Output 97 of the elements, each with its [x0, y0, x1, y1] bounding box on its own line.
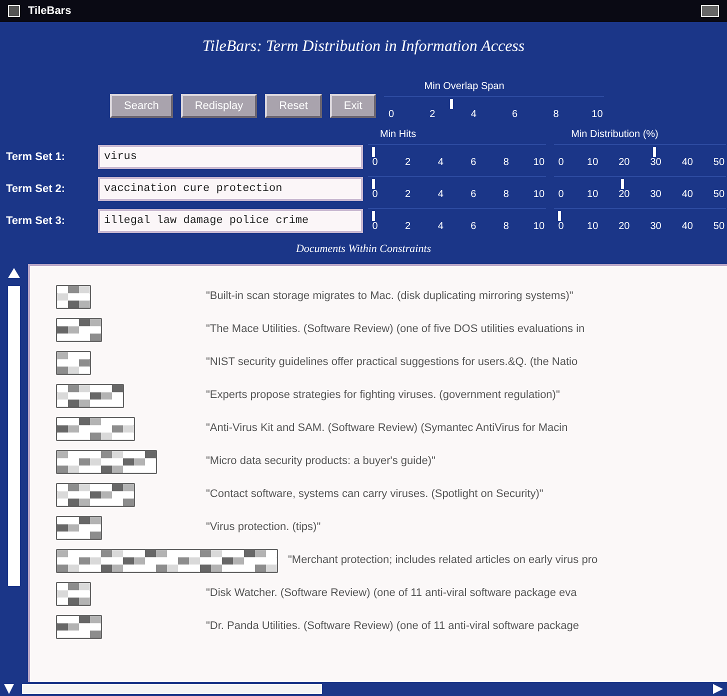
term-input-field[interactable]: virus	[98, 145, 363, 169]
slider-label: Min Overlap Span	[423, 80, 506, 94]
document-title[interactable]: "Anti-Virus Kit and SAM. (Software Review) (Symantec AntiVirus for Macin	[206, 420, 568, 437]
slider-thumb[interactable]	[372, 211, 375, 221]
slider-thumb[interactable]	[621, 179, 624, 189]
field-label: Term Set 2:	[5, 182, 66, 197]
slider-track[interactable]: 0 10 20 30 40 50	[554, 176, 726, 202]
tick-label: 8	[502, 220, 510, 234]
tick-label: 50	[712, 156, 726, 170]
document-title[interactable]: "Micro data security products: a buyer's guide)"	[206, 453, 436, 470]
tick-label: 6	[470, 156, 478, 170]
slider-label: Min Distribution (%)	[571, 128, 658, 142]
slider-thumb[interactable]	[372, 147, 375, 157]
tick-label: 0	[371, 156, 379, 170]
slider-label: Min Hits	[380, 128, 416, 142]
tick-label: 30	[649, 156, 662, 170]
slider-thumb[interactable]	[450, 99, 454, 109]
slider-thumb[interactable]	[558, 211, 561, 221]
slider-track[interactable]: 0 2 4 6 8 10	[368, 208, 546, 234]
tick-label: 50	[712, 188, 726, 202]
field-label: Term Set 3:	[5, 214, 66, 229]
field-label: Term Set 1:	[5, 150, 66, 165]
tick-label: 4	[436, 156, 444, 170]
scrollbar-thumb[interactable]	[8, 286, 20, 586]
scroll-down-icon[interactable]	[4, 684, 14, 694]
app-heading: TileBars: Term Distribution in Information Access	[202, 37, 525, 57]
tick-label: 10	[586, 188, 600, 202]
tilebar-drawing[interactable]	[56, 318, 102, 342]
tilebar-drawing[interactable]	[56, 582, 91, 606]
tick-label: 4	[436, 188, 444, 202]
tick-label: 8	[552, 108, 560, 122]
tick-label: 0	[557, 156, 565, 170]
tick-label: 30	[649, 188, 662, 202]
tilebar-drawing[interactable]	[56, 450, 157, 474]
tick-label: 2	[404, 156, 412, 170]
slider-track[interactable]: 0 2 4 6 8 10	[368, 144, 546, 170]
slider-track[interactable]: 0 2 4 6 8 10	[384, 96, 604, 122]
tick-label: 6	[470, 220, 478, 234]
document-title[interactable]: "Disk Watcher. (Software Review) (one of 11 anti-viral software package eva	[206, 585, 577, 602]
section-label: Documents Within Constraints	[296, 242, 432, 257]
tick-label: 8	[502, 156, 510, 170]
tick-label: 10	[532, 220, 546, 234]
tick-label: 0	[371, 188, 379, 202]
tick-label: 30	[649, 220, 662, 234]
tilebar-drawing[interactable]	[56, 516, 102, 540]
document-title[interactable]: "Merchant protection; includes related articles on early virus pro	[288, 552, 598, 569]
tick-label: 40	[680, 156, 694, 170]
tilebar-drawing[interactable]	[56, 482, 135, 506]
tilebar-drawing[interactable]	[56, 548, 278, 572]
tick-label: 4	[470, 108, 478, 122]
tick-label: 0	[557, 188, 565, 202]
document-title[interactable]: "Virus protection. (tips)"	[206, 519, 321, 536]
tick-label: 2	[404, 220, 412, 234]
slider-track[interactable]: 0 10 20 30 40 50	[554, 208, 726, 234]
tick-label: 50	[712, 220, 726, 234]
tick-label: 40	[680, 188, 694, 202]
tilebar-drawing[interactable]	[56, 284, 91, 308]
tick-label: 6	[511, 108, 519, 122]
tick-label: 40	[680, 220, 694, 234]
tick-label: 4	[436, 220, 444, 234]
tick-label: 20	[618, 156, 631, 170]
document-title[interactable]: "Experts propose strategies for fighting viruses. (government regulation)"	[206, 387, 560, 404]
tilebar-drawing[interactable]	[56, 416, 135, 440]
scroll-right-icon[interactable]	[713, 684, 723, 694]
tick-label: 6	[470, 188, 478, 202]
document-title[interactable]: "NIST security guidelines offer practical suggestions for users.&Q. (the Natio	[206, 354, 578, 371]
slider-track[interactable]: 0 2 4 6 8 10	[368, 176, 546, 202]
window-menu-icon[interactable]	[8, 5, 20, 17]
tick-label: 0	[557, 220, 565, 234]
slider-track[interactable]: 0 10 20 30 40 50	[554, 144, 726, 170]
tick-label: 20	[618, 188, 631, 202]
tick-label: 20	[618, 220, 631, 234]
tick-label: 10	[586, 156, 600, 170]
document-title[interactable]: "The Mace Utilities. (Software Review) (one of five DOS utilities evaluations in	[206, 321, 585, 338]
tick-label: 2	[428, 108, 436, 122]
tick-label: 0	[387, 108, 396, 122]
term-input-field[interactable]: illegal law damage police crime	[98, 209, 363, 233]
slider-thumb[interactable]	[652, 147, 656, 157]
window-title: TileBars	[28, 4, 72, 19]
window-controls-icon[interactable]	[701, 5, 719, 17]
tick-label: 2	[404, 188, 412, 202]
document-title[interactable]: "Built-in scan storage migrates to Mac. (disk duplicating mirroring systems)"	[206, 288, 574, 305]
tilebar-drawing[interactable]	[56, 384, 124, 408]
scrollbar-thumb[interactable]	[22, 684, 322, 694]
term-input-field[interactable]: vaccination cure protection	[98, 177, 363, 201]
tick-label: 10	[586, 220, 600, 234]
tick-label: 10	[532, 188, 546, 202]
slider-thumb[interactable]	[372, 179, 375, 189]
tilebar-drawing[interactable]	[56, 614, 102, 638]
scroll-up-icon[interactable]	[8, 268, 20, 278]
tick-label: 10	[532, 156, 546, 170]
tick-label: 0	[371, 220, 379, 234]
tick-label: 8	[502, 188, 510, 202]
document-title[interactable]: "Dr. Panda Utilities. (Software Review) (one of 11 anti-viral software package	[206, 618, 579, 635]
document-title[interactable]: "Contact software, systems can carry viruses. (Spotlight on Security)"	[206, 486, 544, 503]
tilebar-drawing[interactable]	[56, 350, 91, 374]
tick-label: 10	[590, 108, 604, 122]
